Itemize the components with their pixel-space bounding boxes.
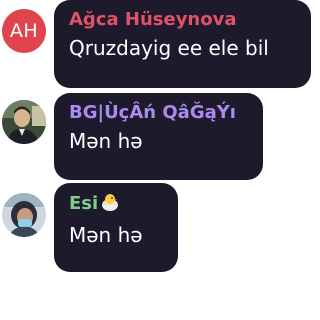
message-bubble[interactable]: BG|ÙçÂń QâĞąÝı Mən hə (54, 93, 263, 180)
avatar[interactable] (2, 100, 46, 144)
message-text: Mən hə (69, 223, 143, 247)
hatching-chick-icon (100, 192, 120, 218)
sender-name[interactable]: Esi (69, 192, 163, 218)
user-photo-avatar-icon (2, 100, 46, 144)
message-bubble[interactable]: Esi Mən hə (54, 183, 178, 272)
message-text: Qruzdayig ee ele bil (69, 36, 269, 60)
sender-name[interactable]: BG|ÙçÂń QâĞąÝı (69, 102, 248, 124)
sender-name[interactable]: Ağca Hüseynova (69, 9, 296, 31)
avatar[interactable]: AH (2, 9, 46, 53)
user-photo-avatar-icon (2, 193, 46, 237)
sender-name-text: Esi (69, 193, 99, 214)
chat-message-list: AH Ağca Hüseynova Qruzdayig ee ele bil B… (0, 0, 311, 320)
message-text: Mən hə (69, 129, 143, 153)
message-bubble[interactable]: Ağca Hüseynova Qruzdayig ee ele bil (54, 0, 311, 88)
avatar[interactable] (2, 193, 46, 237)
